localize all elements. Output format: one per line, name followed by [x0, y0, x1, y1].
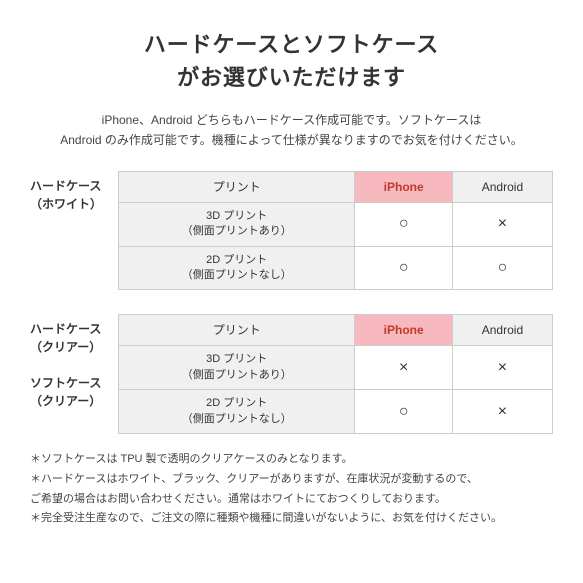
table1-row2-label: 2D プリント（側面プリントなし） — [119, 246, 355, 290]
spacer — [30, 300, 553, 314]
table1-row2-iphone: ○ — [355, 246, 452, 290]
table1-col-print: プリント — [119, 171, 355, 202]
section-hard-clear: ハードケース （クリアー） ソフトケース （クリアー） プリント iPhone … — [30, 314, 553, 434]
table1-row1-label: 3D プリント（側面プリントあり） — [119, 202, 355, 246]
table1-row2-android: ○ — [452, 246, 552, 290]
section-label-hard-clear: ハードケース （クリアー） ソフトケース （クリアー） — [30, 314, 118, 410]
table-row: 2D プリント（側面プリントなし） ○ ○ — [119, 246, 553, 290]
table2-row1-label: 3D プリント（側面プリントあり） — [119, 346, 355, 390]
table2-col-android: Android — [452, 315, 552, 346]
main-title: ハードケースとソフトケース がお選びいただけます — [30, 28, 553, 94]
table2: プリント iPhone Android 3D プリント（側面プリントあり） × … — [118, 314, 553, 434]
subtitle: iPhone、Android どちらもハードケース作成可能です。ソフトケースは … — [30, 110, 553, 151]
table1-row1-android: × — [452, 202, 552, 246]
table-row: 3D プリント（側面プリントあり） ○ × — [119, 202, 553, 246]
section-label-hard-white: ハードケース （ホワイト） — [30, 171, 118, 213]
table1-col-android: Android — [452, 171, 552, 202]
table2-row1-iphone: × — [355, 346, 452, 390]
table1-row1-iphone: ○ — [355, 202, 452, 246]
table2-row2-iphone: ○ — [355, 390, 452, 434]
note-3: 完全受注生産なので、ご注文の際に種類や機種に間違いがないように、お気を付けくださ… — [30, 509, 553, 529]
table2-col-print: プリント — [119, 315, 355, 346]
table-row: 3D プリント（側面プリントあり） × × — [119, 346, 553, 390]
table1-col-iphone: iPhone — [355, 171, 452, 202]
table1: プリント iPhone Android 3D プリント（側面プリントあり） ○ … — [118, 171, 553, 291]
note-2: ハードケースはホワイト、ブラック、クリアーがありますが、在庫状況が変動するので、… — [30, 470, 553, 510]
table2-wrap: プリント iPhone Android 3D プリント（側面プリントあり） × … — [118, 314, 553, 434]
table2-header-row: プリント iPhone Android — [119, 315, 553, 346]
table-row: 2D プリント（側面プリントなし） ○ × — [119, 390, 553, 434]
table2-row2-label: 2D プリント（側面プリントなし） — [119, 390, 355, 434]
table1-header-row: プリント iPhone Android — [119, 171, 553, 202]
notes-section: ソフトケースは TPU 製で透明のクリアケースのみとなります。 ハードケースはホ… — [30, 450, 553, 529]
section-hard-white: ハードケース （ホワイト） プリント iPhone Android 3D プリン… — [30, 171, 553, 291]
table2-row1-android: × — [452, 346, 552, 390]
table2-col-iphone: iPhone — [355, 315, 452, 346]
table2-row2-android: × — [452, 390, 552, 434]
table1-wrap: プリント iPhone Android 3D プリント（側面プリントあり） ○ … — [118, 171, 553, 291]
note-1: ソフトケースは TPU 製で透明のクリアケースのみとなります。 — [30, 450, 553, 470]
